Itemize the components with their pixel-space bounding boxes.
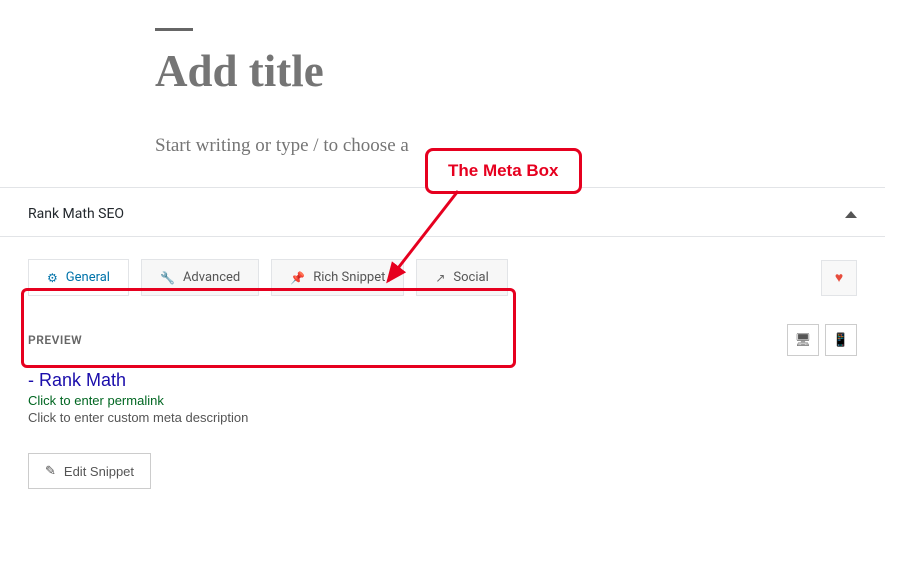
serp-title[interactable]: - Rank Math <box>28 370 857 391</box>
edit-snippet-label: Edit Snippet <box>64 464 134 479</box>
desktop-preview-button[interactable]: 🖥 <box>787 324 819 356</box>
pencil-icon: ✎ <box>45 463 56 479</box>
desktop-icon: 🖥 <box>795 333 812 348</box>
mobile-icon: 📱 <box>833 333 849 348</box>
tab-label: Advanced <box>183 270 240 285</box>
serp-description[interactable]: Click to enter custom meta description <box>28 410 857 425</box>
edit-snippet-button[interactable]: ✎ Edit Snippet <box>28 453 151 489</box>
heart-icon: ♥ <box>835 269 843 286</box>
metabox-body: ⚙ General 🔧 Advanced 📌 Rich Snippet ↗ So… <box>0 236 885 517</box>
share-icon: ↗ <box>435 271 445 285</box>
title-accent <box>155 28 193 31</box>
tab-label: Social <box>453 270 488 285</box>
tabs-row: ⚙ General 🔧 Advanced 📌 Rich Snippet ↗ So… <box>28 237 857 296</box>
seo-metabox: Rank Math SEO ⚙ General 🔧 Advanced 📌 <box>0 188 885 517</box>
preview-label: PREVIEW <box>28 333 82 347</box>
favorite-button[interactable]: ♥ <box>821 260 857 296</box>
wrench-icon: 🔧 <box>160 271 175 285</box>
serp-permalink[interactable]: Click to enter permalink <box>28 393 857 408</box>
tab-rich-snippet[interactable]: 📌 Rich Snippet <box>271 259 404 296</box>
editor-area: Add title Start writing or type / to cho… <box>0 0 885 157</box>
preview-section: PREVIEW 🖥 📱 - Rank Math Click to enter p… <box>28 324 857 489</box>
post-title-input[interactable]: Add title <box>155 45 885 97</box>
mobile-preview-button[interactable]: 📱 <box>825 324 857 356</box>
tab-label: General <box>66 270 110 285</box>
device-toggle: 🖥 📱 <box>787 324 857 356</box>
pin-icon: 📌 <box>290 271 305 285</box>
tab-social[interactable]: ↗ Social <box>416 259 507 296</box>
metabox-title: Rank Math SEO <box>28 206 124 222</box>
post-body-input[interactable]: Start writing or type / to choose a <box>155 135 885 157</box>
tab-label: Rich Snippet <box>313 270 385 285</box>
metabox-header[interactable]: Rank Math SEO <box>0 188 885 236</box>
gear-icon: ⚙ <box>47 271 58 285</box>
collapse-icon[interactable] <box>845 211 857 218</box>
tab-general[interactable]: ⚙ General <box>28 259 129 296</box>
tab-advanced[interactable]: 🔧 Advanced <box>141 259 259 296</box>
